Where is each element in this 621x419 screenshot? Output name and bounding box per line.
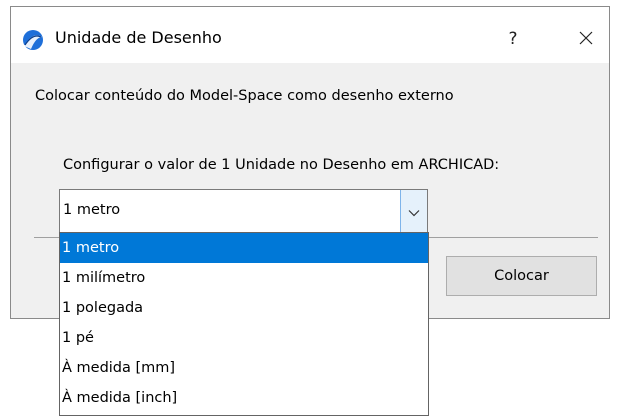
close-button[interactable]	[566, 21, 606, 57]
chevron-down-icon	[408, 202, 420, 221]
description-text: Colocar conteúdo do Model-Space como des…	[35, 88, 454, 104]
unit-select-arrow[interactable]	[400, 190, 427, 232]
unit-dropdown-list: 1 metro 1 milímetro 1 polegada 1 pé À me…	[59, 232, 429, 416]
dropdown-option-custom-inch[interactable]: À medida [inch]	[60, 383, 428, 413]
dropdown-option-custom-mm[interactable]: À medida [mm]	[60, 353, 428, 383]
dropdown-option-polegada[interactable]: 1 polegada	[60, 293, 428, 323]
close-icon	[579, 30, 593, 49]
help-button[interactable]: ?	[493, 21, 533, 57]
archicad-app-icon	[22, 29, 44, 51]
dropdown-option-metro[interactable]: 1 metro	[60, 233, 428, 263]
dropdown-option-pe[interactable]: 1 pé	[60, 323, 428, 353]
title-bar: Unidade de Desenho ?	[11, 7, 609, 63]
dialog-title: Unidade de Desenho	[55, 28, 222, 47]
dropdown-option-milimetro[interactable]: 1 milímetro	[60, 263, 428, 293]
unit-select[interactable]: 1 metro	[59, 189, 428, 233]
config-label: Configurar o valor de 1 Unidade no Desen…	[63, 157, 500, 173]
unit-select-value: 1 metro	[63, 202, 121, 218]
place-button[interactable]: Colocar	[446, 256, 597, 296]
